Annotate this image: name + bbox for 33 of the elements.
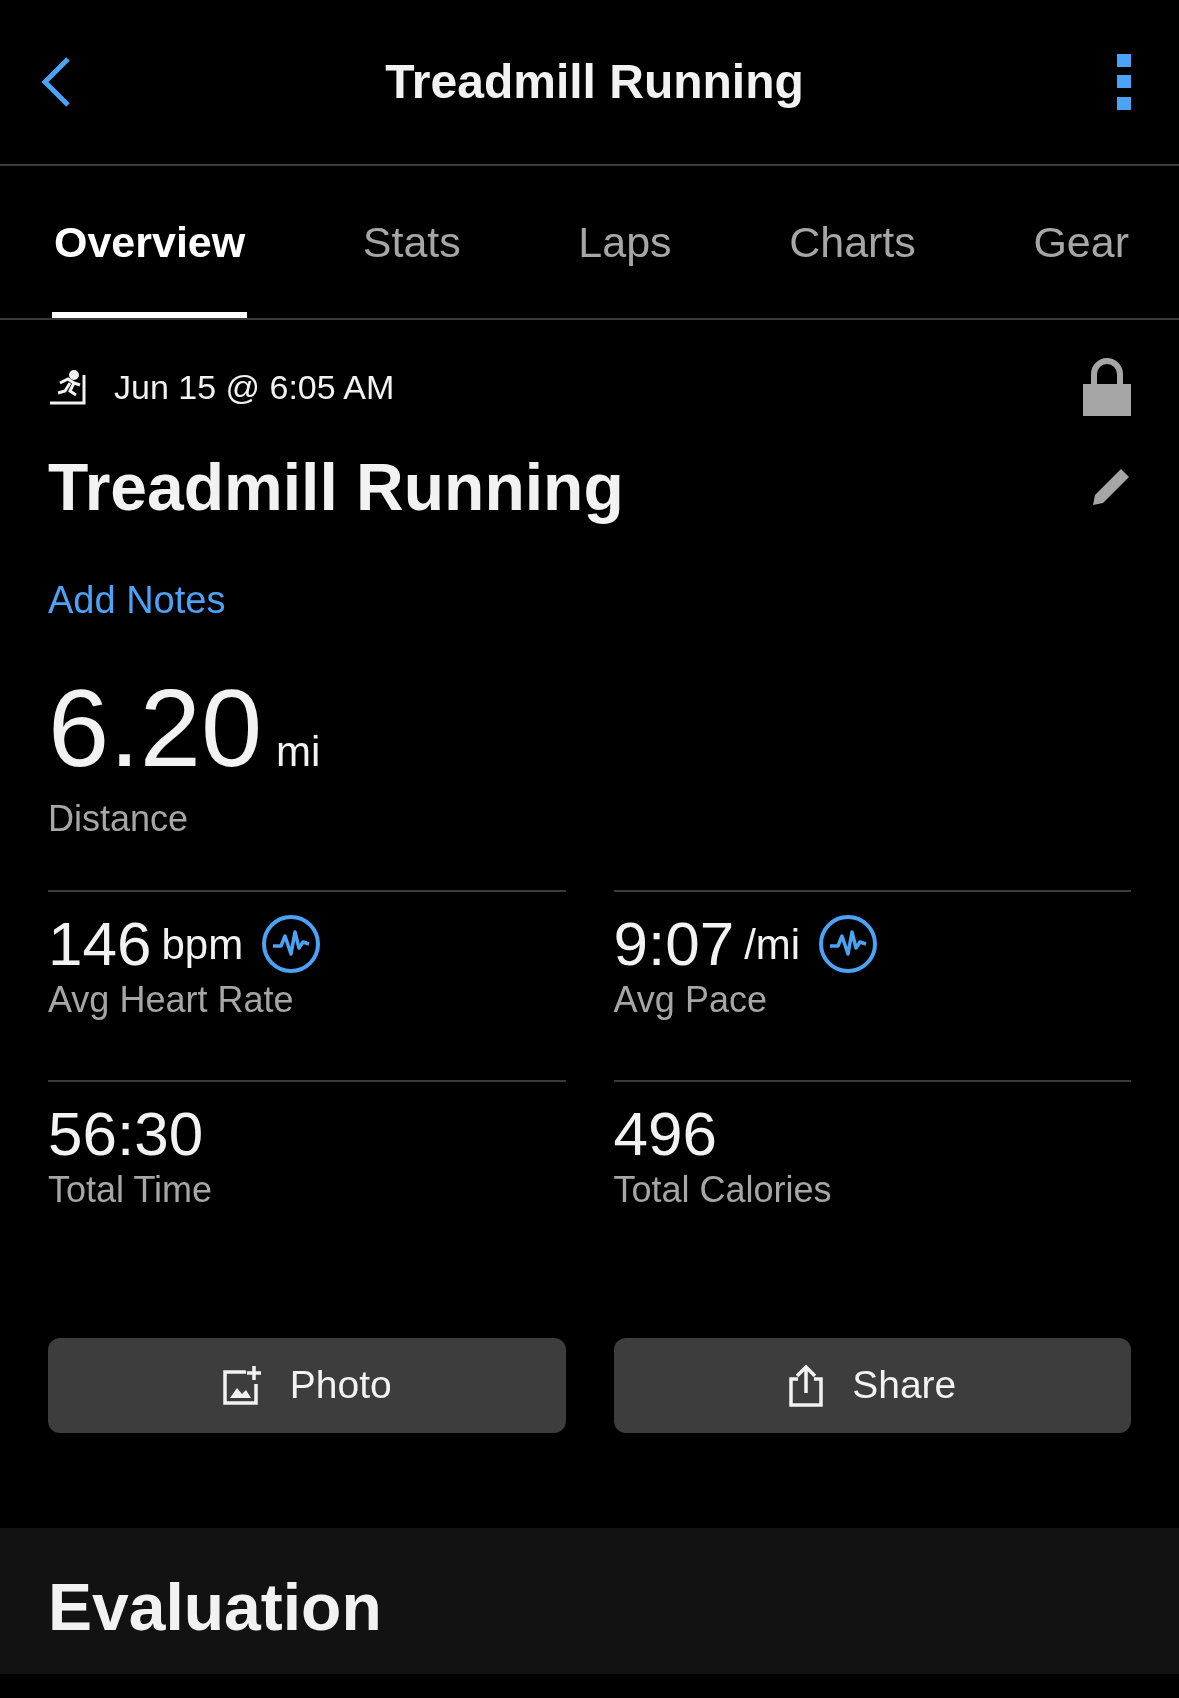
share-icon <box>788 1364 825 1407</box>
distance-value: 6.20 <box>48 673 263 783</box>
metric-label: Avg Heart Rate <box>48 978 295 1022</box>
photo-button[interactable]: Photo <box>48 1338 566 1434</box>
metric-value: 146 <box>48 910 152 979</box>
metric-value: 56:30 <box>48 1100 204 1169</box>
back-icon[interactable] <box>40 56 72 108</box>
chart-icon[interactable] <box>818 914 879 975</box>
activity-date: Jun 15 @ 6:05 AM <box>114 366 395 408</box>
lock-icon[interactable] <box>1083 358 1131 416</box>
metric-unit: bpm <box>161 919 244 970</box>
share-button[interactable]: Share <box>613 1338 1131 1434</box>
pencil-icon[interactable] <box>1091 467 1131 507</box>
metric-label: Total Calories <box>613 1168 833 1212</box>
metric-unit: /mi <box>744 919 801 970</box>
tab[interactable]: Overview <box>52 166 248 318</box>
distance-unit: mi <box>276 727 321 777</box>
tab[interactable]: Gear <box>1031 166 1131 318</box>
metric-label: Avg Pace <box>613 978 768 1022</box>
screen-title: Treadmill Running <box>385 54 804 110</box>
metric-value: 496 <box>613 1100 717 1169</box>
metric-label: Total Time <box>48 1168 214 1212</box>
tab[interactable]: Laps <box>576 166 674 318</box>
metric-value: 9:07 <box>613 910 735 979</box>
more-icon[interactable] <box>1117 54 1131 110</box>
add-notes-link[interactable]: Add Notes <box>48 579 226 621</box>
tab[interactable]: Charts <box>787 166 918 318</box>
distance-label: Distance <box>48 797 190 841</box>
tab[interactable]: Stats <box>360 166 463 318</box>
chart-icon[interactable] <box>261 914 322 975</box>
add-photo-icon <box>221 1365 262 1406</box>
runner-icon <box>48 369 88 405</box>
section-title: Evaluation <box>48 1569 383 1647</box>
